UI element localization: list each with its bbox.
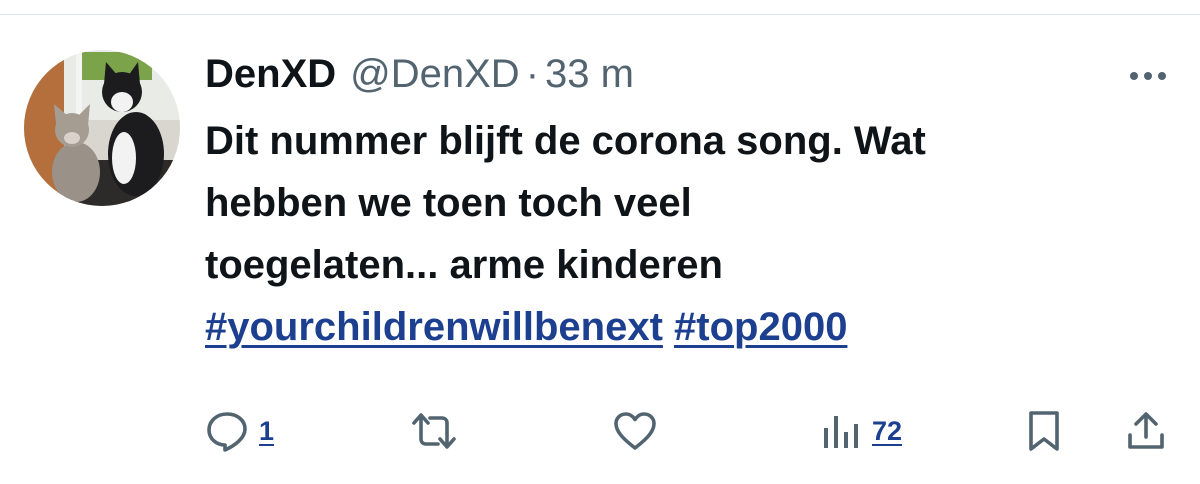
reply-count[interactable]: 1	[259, 416, 274, 447]
hashtag-link[interactable]: #top2000	[674, 305, 847, 349]
bookmark-icon	[1029, 411, 1059, 451]
avatar[interactable]	[24, 50, 180, 206]
like-button[interactable]	[612, 405, 658, 457]
user-handle[interactable]: @DenXD	[350, 48, 520, 100]
more-button[interactable]	[1122, 58, 1174, 94]
views-button[interactable]: 72	[820, 405, 902, 457]
timestamp[interactable]: 33 m	[545, 48, 634, 100]
heart-icon	[614, 412, 656, 450]
action-bar: 1 72	[0, 405, 1200, 457]
tweet-text: Dit nummer blijft de corona song. Wat he…	[205, 110, 1185, 358]
reply-button[interactable]: 1	[205, 405, 274, 457]
bookmark-button[interactable]	[1024, 405, 1064, 457]
separator-dot: ·	[525, 52, 540, 96]
more-icon	[1130, 72, 1166, 80]
retweet-icon	[412, 413, 456, 449]
reply-icon	[207, 412, 247, 452]
top-divider	[0, 14, 1200, 15]
tweet-text-line: hebben we toen toch veel	[205, 181, 692, 225]
hashtag-link[interactable]: #yourchildrenwillbenext	[205, 305, 663, 349]
share-button[interactable]	[1124, 405, 1168, 457]
tweet-text-line: toegelaten... arme kinderen	[205, 243, 723, 287]
cat-photo-avatar	[24, 50, 180, 206]
display-name[interactable]: DenXD	[205, 48, 336, 100]
tweet-header: DenXD @DenXD · 33 m	[205, 48, 634, 100]
share-icon	[1128, 412, 1164, 449]
hashtag-line: #yourchildrenwillbenext #top2000	[205, 296, 1185, 358]
views-icon	[824, 416, 858, 448]
retweet-button[interactable]	[408, 405, 460, 457]
tweet-text-line: Dit nummer blijft de corona song. Wat	[205, 119, 926, 163]
views-count[interactable]: 72	[872, 416, 902, 447]
